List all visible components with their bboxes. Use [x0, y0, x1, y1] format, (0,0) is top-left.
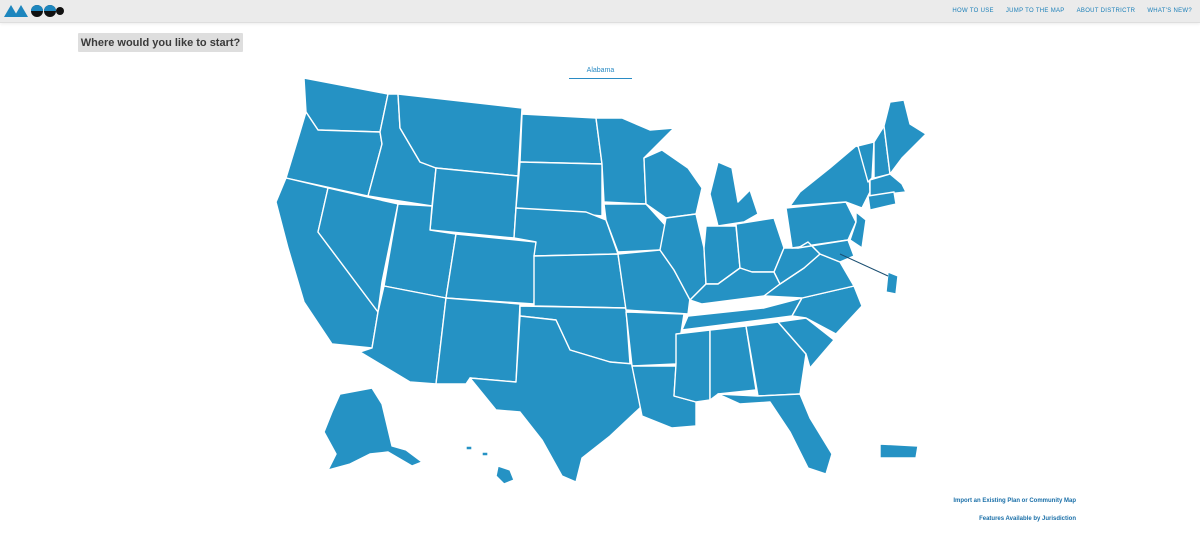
state-wyoming[interactable] — [429, 167, 519, 239]
state-new-mexico[interactable] — [435, 297, 521, 385]
state-washington[interactable] — [303, 77, 389, 133]
state-north-dakota[interactable] — [519, 113, 603, 165]
state-hawaii-islet[interactable] — [465, 445, 473, 451]
districtr-logo-icon[interactable] — [4, 3, 64, 17]
start-prompt: Where would you like to start? — [78, 33, 243, 52]
us-states-map[interactable] — [270, 72, 930, 492]
state-mississippi[interactable] — [673, 329, 711, 403]
main-nav: HOW TO USE JUMP TO THE MAP ABOUT DISTRIC… — [952, 0, 1192, 22]
nav-how-to-use[interactable]: HOW TO USE — [952, 8, 993, 14]
state-michigan[interactable] — [709, 161, 759, 227]
nav-about-districtr[interactable]: ABOUT DISTRICTR — [1077, 8, 1136, 14]
state-kansas[interactable] — [533, 253, 627, 309]
nav-jump-to-map[interactable]: JUMP TO THE MAP — [1006, 8, 1065, 14]
territory-puerto-rico[interactable] — [879, 443, 919, 459]
nav-whats-new[interactable]: WHAT'S NEW? — [1147, 8, 1192, 14]
state-new-york[interactable] — [789, 145, 871, 209]
state-florida[interactable] — [717, 393, 833, 475]
dc-callout-line — [839, 253, 889, 277]
state-wisconsin[interactable] — [643, 149, 703, 219]
state-hawaii[interactable] — [495, 465, 515, 485]
state-hawaii-islet-2[interactable] — [481, 451, 489, 457]
features-jurisdiction-link[interactable]: Features Available by Jurisdiction — [979, 516, 1076, 522]
top-nav-bar: HOW TO USE JUMP TO THE MAP ABOUT DISTRIC… — [0, 0, 1200, 23]
state-alaska[interactable] — [323, 387, 423, 471]
import-plan-link[interactable]: Import an Existing Plan or Community Map — [953, 498, 1076, 504]
state-south-dakota[interactable] — [515, 161, 603, 217]
state-colorado[interactable] — [445, 233, 537, 305]
state-connecticut[interactable] — [867, 191, 897, 211]
state-dc-callout[interactable] — [885, 271, 899, 295]
state-maine[interactable] — [883, 99, 927, 175]
